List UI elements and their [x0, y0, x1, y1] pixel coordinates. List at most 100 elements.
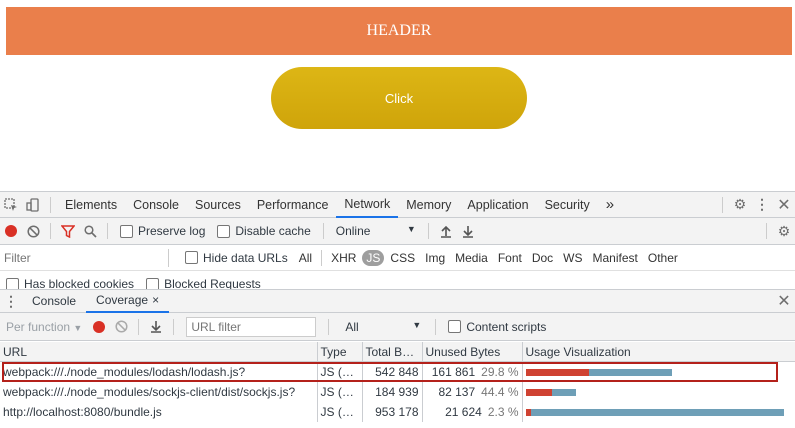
click-button[interactable]: Click: [271, 67, 527, 129]
blocked-requests-checkbox[interactable]: Blocked Requests: [146, 277, 261, 289]
filter-type-ws[interactable]: WS: [559, 250, 586, 266]
row-unused-bytes: 82 137 44.4 %: [422, 382, 523, 402]
row-unused-bytes: 21 624 2.3 %: [422, 402, 523, 422]
drawer-tab-coverage[interactable]: Coverage ×: [86, 290, 170, 313]
row-unused-bytes: 161 861 29.8 %: [422, 361, 523, 382]
preserve-log-checkbox[interactable]: Preserve log: [120, 224, 205, 238]
coverage-table: URL Type Total B… Unused Bytes Usage Vis…: [0, 342, 795, 422]
device-toolbar-icon[interactable]: [22, 194, 44, 216]
column-header-total-bytes[interactable]: Total B…: [362, 342, 423, 362]
row-usage-visualization: [522, 382, 795, 402]
toolbar-divider: [50, 196, 51, 213]
tab-performance[interactable]: Performance: [249, 192, 337, 218]
row-unused-percent: 44.4 %: [481, 385, 519, 399]
coverage-clear-icon[interactable]: [110, 316, 132, 338]
filter-type-all[interactable]: All: [295, 250, 316, 266]
drawer-tab-console[interactable]: Console: [22, 290, 86, 313]
per-function-select[interactable]: Per function ▼: [6, 320, 82, 334]
filter-type-css[interactable]: CSS: [386, 250, 419, 266]
toolbar-divider: [427, 223, 429, 239]
filter-type-media[interactable]: Media: [451, 250, 492, 266]
column-header-url[interactable]: URL: [0, 342, 318, 362]
close-devtools-icon[interactable]: ✕: [773, 194, 795, 216]
drawer-menu-icon[interactable]: ⋮: [0, 290, 22, 312]
tab-security[interactable]: Security: [537, 192, 598, 218]
throttling-select[interactable]: Online ▼: [336, 224, 416, 238]
record-icon[interactable]: [0, 220, 22, 242]
disable-cache-label: Disable cache: [235, 224, 311, 238]
coverage-row[interactable]: http://localhost:8080/bundle.js JS (… 953 …: [0, 402, 795, 422]
row-total-bytes: 953 178: [362, 402, 423, 422]
inspect-element-icon[interactable]: [0, 194, 22, 216]
toolbar-divider: [50, 223, 51, 239]
usage-bar: [525, 388, 792, 396]
chevron-down-icon: ▼: [406, 224, 416, 234]
network-filter-bar: Hide data URLs All XHR JS CSS Img Media …: [0, 245, 795, 271]
column-header-type[interactable]: Type: [317, 342, 363, 362]
chevron-down-icon: ▼: [412, 319, 422, 330]
row-unused-value: 82 137: [438, 385, 476, 399]
filter-type-manifest[interactable]: Manifest: [589, 250, 642, 266]
preserve-log-label: Preserve log: [138, 224, 206, 238]
more-tabs-button[interactable]: »: [598, 192, 622, 218]
coverage-header-row: URL Type Total B… Unused Bytes Usage Vis…: [0, 342, 795, 362]
filter-type-xhr[interactable]: XHR: [327, 250, 360, 266]
unused-bytes-bar: [530, 408, 784, 416]
devtools-tab-bar: Elements Console Sources Performance Net…: [0, 191, 795, 218]
type-filter-select[interactable]: All ▼: [345, 320, 421, 334]
chevron-down-icon: ▼: [73, 322, 83, 333]
row-type: JS (…: [317, 382, 363, 402]
row-type: JS (…: [317, 361, 363, 382]
unused-bytes-bar: [589, 368, 673, 376]
row-unused-percent: 2.3 %: [487, 405, 519, 419]
toolbar-divider: [435, 318, 437, 335]
tab-memory[interactable]: Memory: [398, 192, 459, 218]
hide-data-urls-checkbox[interactable]: Hide data URLs: [185, 251, 288, 265]
close-drawer-icon[interactable]: ✕: [773, 290, 795, 312]
coverage-row[interactable]: webpack:///./node_modules/sockjs-client/…: [0, 382, 795, 402]
filter-type-other[interactable]: Other: [644, 250, 682, 266]
throttling-value: Online: [335, 224, 371, 238]
tab-sources[interactable]: Sources: [187, 192, 249, 218]
has-blocked-cookies-checkbox[interactable]: Has blocked cookies: [6, 277, 134, 289]
drawer-tab-coverage-label: Coverage: [96, 293, 149, 307]
filter-type-doc[interactable]: Doc: [528, 250, 557, 266]
toolbar-divider: [321, 249, 323, 266]
tab-network[interactable]: Network: [336, 192, 399, 218]
used-bytes-bar: [525, 368, 590, 376]
settings-gear-icon[interactable]: ⚙: [729, 194, 751, 216]
filter-type-img[interactable]: Img: [421, 250, 449, 266]
toolbar-divider: [766, 223, 767, 239]
toolbar-divider: [107, 223, 108, 239]
row-url: webpack:///./node_modules/sockjs-client/…: [0, 382, 318, 402]
more-options-icon[interactable]: ⋮: [751, 194, 773, 216]
column-header-unused-bytes[interactable]: Unused Bytes: [422, 342, 523, 362]
page-header: HEADER: [6, 7, 792, 55]
tab-application[interactable]: Application: [459, 192, 536, 218]
disable-cache-checkbox[interactable]: Disable cache: [217, 224, 311, 238]
coverage-record-icon[interactable]: [88, 316, 110, 338]
filter-input[interactable]: [0, 248, 169, 267]
row-total-bytes: 542 848: [362, 361, 423, 382]
per-function-label: Per function: [6, 319, 71, 334]
row-url: webpack:///./node_modules/lodash/lodash.…: [0, 361, 318, 382]
filter-funnel-icon[interactable]: [57, 220, 79, 242]
coverage-row[interactable]: webpack:///./node_modules/lodash/lodash.…: [0, 361, 795, 382]
url-filter-input[interactable]: [186, 316, 317, 337]
blocked-requests-label: Blocked Requests: [164, 277, 261, 289]
search-icon[interactable]: [79, 220, 101, 242]
toolbar-divider: [138, 318, 140, 335]
network-settings-gear-icon[interactable]: ⚙: [773, 220, 795, 242]
column-header-usage-visualization[interactable]: Usage Visualization: [522, 342, 795, 362]
filter-type-js[interactable]: JS: [362, 249, 385, 266]
content-scripts-checkbox[interactable]: Content scripts: [448, 320, 546, 334]
close-tab-icon[interactable]: ×: [152, 293, 159, 307]
toolbar-divider: [173, 318, 175, 335]
tab-elements[interactable]: Elements: [57, 192, 125, 218]
export-har-icon[interactable]: [457, 220, 479, 242]
coverage-export-icon[interactable]: [145, 316, 167, 338]
tab-console[interactable]: Console: [125, 192, 187, 218]
filter-type-font[interactable]: Font: [494, 250, 526, 266]
clear-icon[interactable]: [22, 220, 44, 242]
import-har-icon[interactable]: [435, 220, 457, 242]
